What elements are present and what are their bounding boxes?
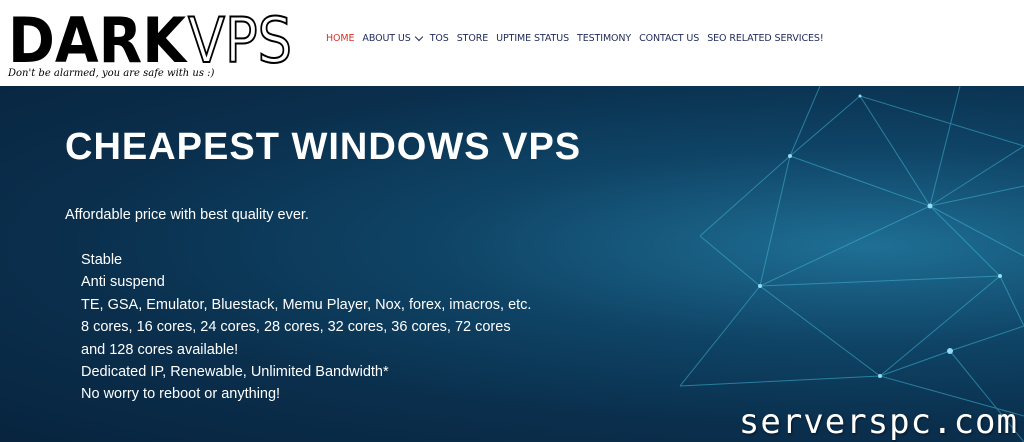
feature-item: Dedicated IP, Renewable, Unlimited Bandw… bbox=[81, 364, 389, 381]
hero-subtitle: Affordable price with best quality ever. bbox=[65, 207, 309, 223]
logo-dark-text: DARK bbox=[8, 6, 188, 68]
nav-tos-label: TOS bbox=[429, 32, 449, 44]
nav-about-us-label: ABOUT US bbox=[362, 32, 411, 44]
nav-uptime-status-label: UPTIME STATUS bbox=[496, 32, 570, 44]
main-nav: HOME ABOUT US TOS STORE UPTIME STATUS TE… bbox=[326, 31, 832, 45]
nav-testimony-label: TESTIMONY bbox=[577, 32, 632, 44]
hero-section: CHEAPEST WINDOWS VPS Affordable price wi… bbox=[0, 86, 1024, 442]
nav-testimony[interactable]: TESTIMONY bbox=[577, 33, 631, 44]
nav-seo-services[interactable]: SEO RELATED SERVICES! bbox=[707, 33, 823, 44]
feature-item: 8 cores, 16 cores, 24 cores, 28 cores, 3… bbox=[81, 319, 511, 336]
nav-uptime-status[interactable]: UPTIME STATUS bbox=[496, 33, 569, 44]
logo-tagline: Don't be alarmed, you are safe with us :… bbox=[8, 68, 215, 79]
nav-about-us[interactable]: ABOUT US bbox=[362, 32, 423, 44]
nav-store-label: STORE bbox=[456, 32, 489, 44]
nav-home[interactable]: HOME bbox=[326, 32, 355, 44]
nav-store[interactable]: STORE bbox=[456, 32, 489, 44]
nav-home-label: HOME bbox=[326, 32, 355, 44]
nav-tos[interactable]: TOS bbox=[430, 33, 449, 44]
hero-title: CHEAPEST WINDOWS VPS bbox=[65, 126, 582, 168]
nav-contact-us[interactable]: CONTACT US bbox=[639, 33, 699, 44]
watermark-text: serverspc.com bbox=[738, 402, 1018, 442]
nav-contact-us-label: CONTACT US bbox=[639, 32, 700, 44]
chevron-down-icon bbox=[414, 32, 423, 41]
nav-seo-services-label: SEO RELATED SERVICES! bbox=[707, 32, 824, 44]
feature-item: and 128 cores available! bbox=[81, 341, 239, 358]
feature-list: Stable Anti suspend TE, GSA, Emulator, B… bbox=[81, 249, 531, 406]
feature-item: TE, GSA, Emulator, Bluestack, Memu Playe… bbox=[81, 296, 532, 313]
feature-item: No worry to reboot or anything! bbox=[81, 386, 281, 403]
logo-vps-text: VPS bbox=[188, 6, 292, 68]
site-header: DARK VPS Don't be alarmed, you are safe … bbox=[0, 0, 1024, 86]
feature-item: Stable bbox=[81, 252, 123, 268]
logo-wordmark: DARK VPS bbox=[8, 6, 293, 68]
feature-item: Anti suspend bbox=[81, 274, 165, 291]
site-logo[interactable]: DARK VPS Don't be alarmed, you are safe … bbox=[8, 6, 308, 82]
